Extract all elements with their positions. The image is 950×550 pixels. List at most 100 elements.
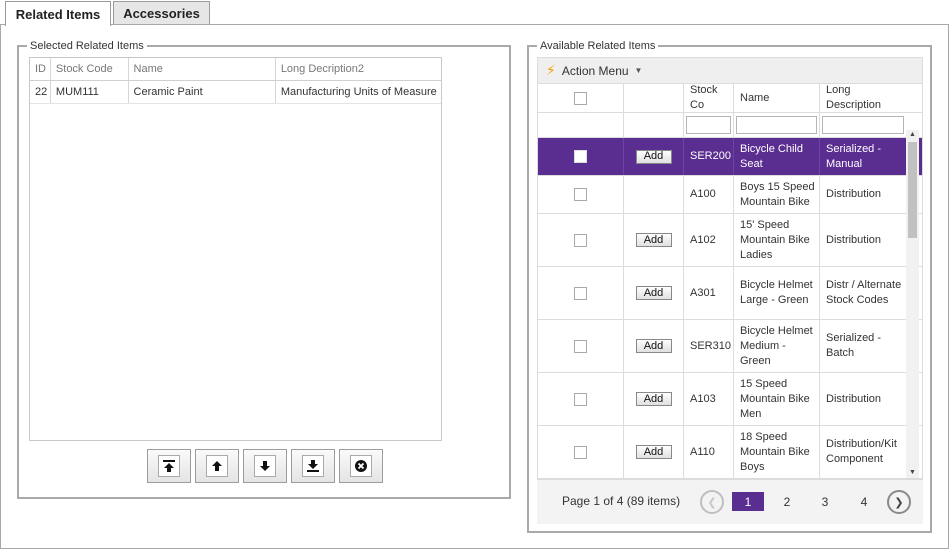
cell-stock-code: A100 (684, 176, 734, 213)
filter-name-input[interactable] (736, 116, 817, 134)
add-button[interactable]: Add (635, 233, 672, 247)
cell-name: Bicycle Helmet Large - Green (734, 267, 820, 319)
row-checkbox[interactable] (574, 339, 587, 353)
cell-long-description: Serialized - Manual (826, 142, 882, 170)
cell-stock-code: A110 (684, 426, 734, 478)
page-4-button[interactable]: 4 (854, 492, 874, 511)
selected-grid-header: ID Stock Code Name Long Decription2 (30, 58, 441, 81)
table-row[interactable]: Add SER310 Bicycle Helmet Medium - Green Se… (538, 320, 922, 373)
tab-accessories[interactable]: Accessories (113, 1, 210, 25)
cell-add: Add (624, 426, 684, 478)
page-2-button[interactable]: 2 (777, 492, 797, 511)
selected-items-grid: ID Stock Code Name Long Decription2 22 M… (29, 57, 442, 441)
cell-add: Add (624, 214, 684, 266)
filter-description-input[interactable] (822, 116, 904, 134)
remove-button[interactable] (339, 449, 383, 483)
grid-scrollbar[interactable]: ▲ ▼ (906, 130, 919, 478)
cell-name: Bicycle Helmet Medium - Green (734, 320, 820, 372)
row-checkbox[interactable] (574, 150, 587, 163)
action-menu-label: Action Menu (561, 63, 629, 78)
table-row[interactable]: Add A110 18 Speed Mountain Bike Boys Distri… (538, 426, 922, 479)
cell-name: Ceramic Paint (129, 81, 276, 103)
scroll-up-icon[interactable]: ▲ (906, 130, 919, 140)
cell-select[interactable] (538, 426, 624, 478)
chevron-right-icon: ❯ (894, 496, 904, 509)
cell-name: Bicycle Child Seat (734, 138, 820, 175)
lightning-icon: ⚡ (546, 62, 556, 78)
cell-add: Add (624, 320, 684, 372)
move-to-top-button[interactable] (147, 449, 191, 483)
table-row[interactable]: Add A301 Bicycle Helmet Large - Green Distr… (538, 267, 922, 320)
add-button[interactable]: Add (635, 445, 672, 459)
page-1-button[interactable]: 1 (732, 492, 764, 511)
cell-select[interactable] (538, 373, 624, 425)
pager-info: Page 1 of 4 (89 items) (562, 494, 681, 508)
move-up-button[interactable] (195, 449, 239, 483)
cell-name: 15 Speed Mountain Bike Men (734, 373, 820, 425)
add-button[interactable]: Add (635, 286, 672, 300)
cell-stock-code: SER200 (684, 138, 734, 175)
row-checkbox[interactable] (574, 286, 587, 300)
cell-id: 22 (30, 81, 51, 103)
cell-name: 18 Speed Mountain Bike Boys (734, 426, 820, 478)
tab-related-items[interactable]: Related Items (5, 1, 111, 26)
cell-long-description: Distribution (826, 392, 882, 405)
table-row[interactable]: Add A102 15' Speed Mountain Bike Ladies Dis… (538, 214, 922, 267)
cell-long-description: Distr / Alternate Stock Codes (826, 279, 902, 306)
cell-add: Add (624, 138, 684, 175)
table-row[interactable]: A100 Boys 15 Speed Mountain Bike Distribut… (538, 176, 922, 214)
cell-stock-code: A301 (684, 267, 734, 319)
filter-stock-code-input[interactable] (686, 116, 731, 134)
row-checkbox[interactable] (574, 392, 587, 406)
move-to-bottom-button[interactable] (291, 449, 335, 483)
cell-add: Add (624, 373, 684, 425)
action-menu[interactable]: ⚡ Action Menu ▼ (537, 57, 923, 84)
add-button[interactable]: Add (635, 392, 672, 406)
cell-select[interactable] (538, 214, 624, 266)
col-header-stock-code[interactable]: Stock Co (684, 84, 734, 112)
cell-select[interactable] (538, 267, 624, 319)
move-bottom-icon (307, 460, 319, 472)
available-rows: Add SER200 Bicycle Child Seat Serialized - … (538, 138, 922, 479)
header-select-all[interactable] (538, 84, 624, 112)
next-page-button[interactable]: ❯ (887, 490, 911, 514)
col-header-long-description[interactable]: Long Description (820, 84, 906, 112)
scroll-thumb[interactable] (908, 142, 917, 238)
cell-stock-code: SER310 (684, 320, 734, 372)
cell-long-description: Manufacturing Units of Measure (280, 86, 437, 98)
select-all-checkbox[interactable] (574, 91, 587, 105)
move-top-icon (163, 460, 175, 472)
add-button[interactable]: Add (635, 339, 672, 353)
header-add-column (624, 84, 684, 112)
arrow-up-icon (212, 461, 222, 471)
cell-long-description: Distribution (826, 233, 882, 246)
cell-long-description: Distribution (826, 188, 882, 200)
add-button[interactable]: Add (635, 149, 672, 164)
chevron-left-icon: ❮ (707, 496, 717, 509)
arrow-down-icon (260, 461, 270, 471)
cell-select[interactable] (538, 320, 624, 372)
cell-select[interactable] (538, 138, 624, 175)
cell-name: 15' Speed Mountain Bike Ladies (734, 214, 820, 266)
cell-add: Add (624, 267, 684, 319)
cell-select[interactable] (538, 176, 624, 213)
cell-long-description: Distribution/Kit Component (826, 438, 897, 465)
col-header-id[interactable]: ID (30, 58, 51, 80)
pager: Page 1 of 4 (89 items) ❮ 1 2 3 4 ❯ (537, 479, 923, 524)
row-checkbox[interactable] (574, 233, 587, 247)
cell-name: Boys 15 Speed Mountain Bike (734, 176, 820, 213)
col-header-stock-code[interactable]: Stock Code (51, 58, 129, 80)
scroll-down-icon[interactable]: ▼ (906, 468, 919, 478)
move-down-button[interactable] (243, 449, 287, 483)
table-row[interactable]: Add A103 15 Speed Mountain Bike Men Distrib… (538, 373, 922, 426)
row-checkbox[interactable] (574, 445, 587, 459)
page-3-button[interactable]: 3 (815, 492, 835, 511)
cell-long-description: Serialized - Batch (826, 332, 882, 359)
col-header-name[interactable]: Name (734, 84, 820, 112)
col-header-long-description[interactable]: Long Decription2 (276, 58, 441, 80)
table-row[interactable]: 22 MUM111 Ceramic Paint Manufacturing Un… (30, 81, 441, 104)
row-checkbox[interactable] (574, 188, 587, 201)
prev-page-button[interactable]: ❮ (700, 490, 724, 514)
col-header-name[interactable]: Name (129, 58, 276, 80)
table-row[interactable]: Add SER200 Bicycle Child Seat Serialized - … (538, 138, 922, 176)
